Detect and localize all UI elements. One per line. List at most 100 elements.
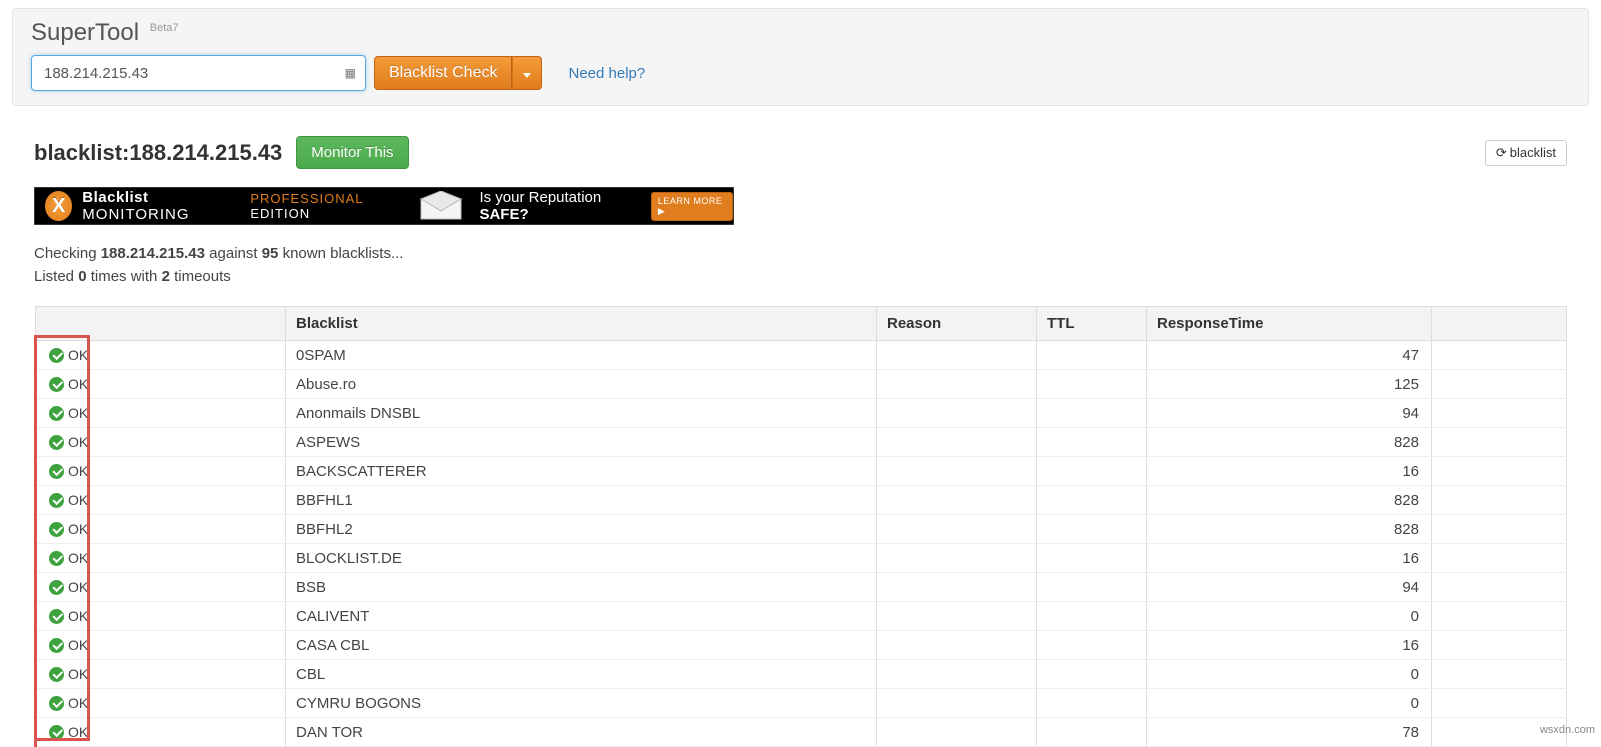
cell-ttl	[1037, 660, 1147, 689]
table-row: OK0SPAM47	[36, 341, 1567, 370]
table-row: OKASPEWS828	[36, 428, 1567, 457]
ok-check-icon	[49, 696, 64, 711]
th-extra	[1432, 307, 1567, 341]
cell-ttl	[1037, 544, 1147, 573]
cell-extra	[1432, 689, 1567, 718]
tool-header-panel: SuperTool Beta7 ▦ Blacklist Check Need h…	[12, 8, 1589, 106]
cell-status: OK	[36, 718, 286, 747]
promo-q-b: SAFE?	[479, 206, 528, 223]
cell-ttl	[1037, 718, 1147, 747]
status-text: OK	[68, 695, 88, 711]
page-title: blacklist:188.214.215.43	[34, 140, 282, 166]
learn-more-badge[interactable]: LEARN MORE ▶	[651, 192, 733, 221]
table-row: OKCASA CBL16	[36, 631, 1567, 660]
cell-blacklist: BBFHL1	[286, 486, 877, 515]
tool-title: SuperTool Beta7	[31, 19, 1570, 47]
table-row: OKBSB94	[36, 573, 1567, 602]
cell-reason	[877, 457, 1037, 486]
input-row: ▦ Blacklist Check Need help?	[31, 55, 1570, 91]
check-button-group: Blacklist Check	[374, 56, 542, 90]
blacklist-check-button[interactable]: Blacklist Check	[374, 56, 512, 90]
cell-ttl	[1037, 457, 1147, 486]
status-box: OK	[47, 666, 88, 682]
cell-blacklist: DAN TOR	[286, 718, 877, 747]
ok-check-icon	[49, 348, 64, 363]
status-box: OK	[47, 724, 88, 740]
status-text: OK	[68, 376, 88, 392]
cell-extra	[1432, 428, 1567, 457]
cell-extra	[1432, 399, 1567, 428]
cell-ttl	[1037, 631, 1147, 660]
blacklist-check-dropdown[interactable]	[512, 56, 542, 90]
promo-pro: PROFESSIONAL	[250, 191, 363, 206]
ok-check-icon	[49, 580, 64, 595]
status-text: OK	[68, 637, 88, 653]
title-row: blacklist:188.214.215.43 Monitor This ⟳b…	[34, 136, 1567, 169]
cell-ttl	[1037, 341, 1147, 370]
monitor-this-button[interactable]: Monitor This	[296, 136, 408, 169]
status-box: OK	[47, 608, 88, 624]
sum2-a: Listed	[34, 268, 74, 285]
cell-reason	[877, 602, 1037, 631]
sum1-a: Checking	[34, 245, 97, 262]
cell-status: OK	[36, 486, 286, 515]
refresh-blacklist-button[interactable]: ⟳blacklist	[1485, 140, 1567, 166]
cell-extra	[1432, 544, 1567, 573]
sum1-c: known blacklists...	[283, 245, 404, 262]
cell-responsetime: 16	[1147, 544, 1432, 573]
table-row: OK BBFHL1 828	[36, 486, 1567, 515]
promo-edition: EDITION	[250, 206, 310, 221]
table-row: OK BACKSCATTERER 16	[36, 457, 1567, 486]
promo-question: Is your Reputation SAFE?	[479, 189, 638, 223]
cell-status: OK	[36, 544, 286, 573]
cell-blacklist: BBFHL2	[286, 515, 877, 544]
status-text: OK	[68, 579, 88, 595]
cell-responsetime: 828	[1147, 486, 1432, 515]
need-help-link[interactable]: Need help?	[568, 65, 645, 82]
cell-blacklist: BACKSCATTERER	[286, 457, 877, 486]
cell-blacklist: CALIVENT	[286, 602, 877, 631]
table-row: OKAbuse.ro125	[36, 370, 1567, 399]
table-header-row: Blacklist Reason TTL ResponseTime	[36, 307, 1567, 341]
cell-status: OK	[36, 631, 286, 660]
ip-input[interactable]	[31, 55, 366, 91]
cell-extra	[1432, 660, 1567, 689]
status-text: OK	[68, 608, 88, 624]
table-row: OKCBL0	[36, 660, 1567, 689]
status-box: OK	[47, 492, 88, 508]
cell-ttl	[1037, 602, 1147, 631]
cell-responsetime: 0	[1147, 602, 1432, 631]
cell-status: OK	[36, 457, 286, 486]
cell-ttl	[1037, 370, 1147, 399]
cell-reason	[877, 486, 1037, 515]
status-box: OK	[47, 695, 88, 711]
th-reason: Reason	[877, 307, 1037, 341]
status-box: OK	[47, 376, 88, 392]
status-text: OK	[68, 434, 88, 450]
ok-check-icon	[49, 551, 64, 566]
cell-reason	[877, 428, 1037, 457]
cell-responsetime: 16	[1147, 457, 1432, 486]
status-text: OK	[68, 463, 88, 479]
cell-reason	[877, 689, 1037, 718]
promo-pro-edition: PROFESSIONAL EDITION	[250, 191, 411, 221]
status-text: OK	[68, 666, 88, 682]
cell-blacklist: ASPEWS	[286, 428, 877, 457]
cell-status: OK	[36, 689, 286, 718]
cell-status: OK	[36, 370, 286, 399]
tool-tag: Beta7	[150, 22, 179, 34]
status-box: OK	[47, 550, 88, 566]
cell-blacklist: CYMRU BOGONS	[286, 689, 877, 718]
promo-banner[interactable]: X Blacklist MONITORING PROFESSIONAL EDIT…	[34, 187, 734, 225]
cell-ttl	[1037, 689, 1147, 718]
cell-ttl	[1037, 428, 1147, 457]
cell-extra	[1432, 602, 1567, 631]
ok-check-icon	[49, 406, 64, 421]
cell-blacklist: 0SPAM	[286, 341, 877, 370]
cell-reason	[877, 718, 1037, 747]
promo-brand-a: Blacklist	[82, 189, 148, 206]
cell-responsetime: 47	[1147, 341, 1432, 370]
cell-extra	[1432, 631, 1567, 660]
sum2-v1: 0	[78, 268, 86, 285]
sum2-b: times with	[91, 268, 158, 285]
